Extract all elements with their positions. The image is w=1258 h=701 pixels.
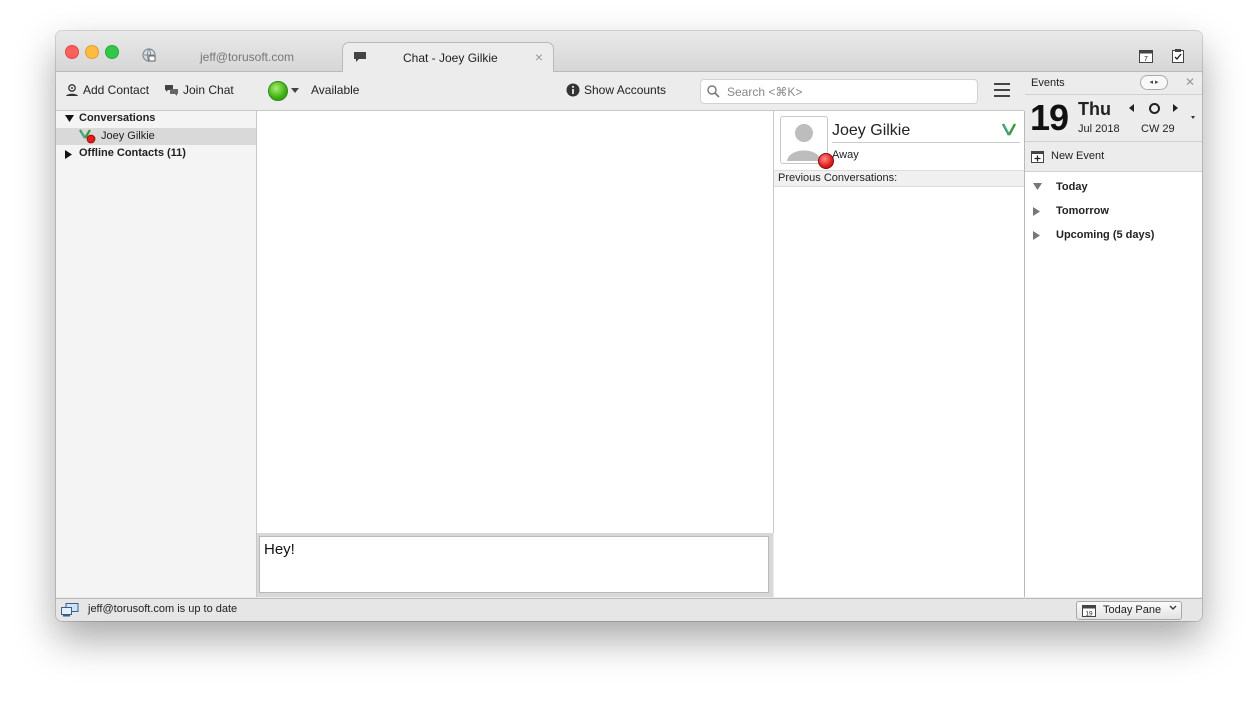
add-contact-label: Add Contact [83,83,150,97]
events-pane: Events ◂ ▸ ✕ 19 Thu Jul 2018 CW 29 New E… [1025,72,1202,597]
contact-info-pane: Joey Gilkie Away Previous Conversations: [774,111,1025,597]
contact-display-name: Joey Gilkie [832,122,1020,143]
calendar-icon: 19 [1082,605,1096,618]
join-chat-icon [165,84,178,96]
group-label: Offline Contacts (11) [79,147,186,159]
contacts-pane: Conversations Joey Gilkie Offline Contac… [56,111,257,597]
add-contact-icon [66,84,78,96]
chevron-down-icon [1169,605,1177,610]
events-header: Events ◂ ▸ ✕ [1025,72,1202,95]
hamburger-icon-line [994,89,1010,91]
more-options-icon[interactable] [1191,116,1195,119]
zoom-window-button[interactable] [105,45,119,59]
today-pane-label: Today Pane [1103,604,1162,616]
status-available-icon[interactable] [268,81,288,101]
status-label[interactable]: Available [311,83,359,97]
previous-conversations-label: Previous Conversations: [778,172,898,184]
contact-name: Joey Gilkie [101,130,155,142]
svg-text:7: 7 [1144,56,1148,63]
minimize-window-button[interactable] [85,45,99,59]
tab-chat[interactable]: Chat - Joey Gilkie × [342,42,554,72]
chat-bubble-icon [354,52,366,62]
collapsed-triangle-icon [65,150,72,159]
yahoo-protocol-icon [79,129,96,144]
status-bar: jeff@torusoft.com is up to date 19 Today… [56,598,1202,621]
section-label: Upcoming (5 days) [1056,229,1155,241]
info-icon [566,83,580,97]
group-conversations[interactable]: Conversations [56,111,256,127]
events-section-tomorrow[interactable]: Tomorrow [1025,203,1202,221]
events-title: Events [1031,77,1065,89]
search-icon [707,85,720,98]
new-event-icon [1031,151,1044,163]
title-bar: jeff@torusoft.com Chat - Joey Gilkie × 7 [56,31,1202,72]
today-pane-button[interactable]: 19 Today Pane [1076,601,1182,620]
status-dropdown-icon[interactable] [291,88,299,93]
network-status-icon [61,603,79,617]
calendar-icon[interactable]: 7 [1138,48,1154,64]
previous-conversations-header: Previous Conversations: [774,170,1024,187]
expanded-triangle-icon [65,115,74,122]
conversation-log[interactable] [257,111,774,533]
mini-day-header: 19 Thu Jul 2018 CW 29 [1025,95,1202,142]
account-globe-icon [142,48,156,62]
status-label-text: Available [311,83,360,97]
calendar-week: CW 29 [1141,123,1175,135]
events-section-today[interactable]: Today [1025,179,1202,197]
section-label: Today [1056,181,1088,193]
section-label: Tomorrow [1056,205,1109,217]
contact-item[interactable]: Joey Gilkie [56,128,256,145]
close-window-button[interactable] [65,45,79,59]
group-label: Conversations [79,112,156,124]
collapsed-triangle-icon [1033,231,1040,240]
yahoo-protocol-icon [1001,123,1017,136]
contact-status-text: Away [832,149,859,161]
avatar [780,116,834,169]
join-chat-label: Join Chat [183,83,234,97]
month-year: Jul 2018 [1078,123,1120,135]
next-day-icon[interactable] [1173,104,1178,112]
expanded-triangle-icon [1033,183,1042,190]
group-offline-contacts[interactable]: Offline Contacts (11) [56,146,256,162]
add-contact-button[interactable]: Add Contact [65,83,149,97]
show-accounts-label: Show Accounts [584,83,667,97]
search-input[interactable] [725,82,969,101]
tab-chat-label: Chat - Joey Gilkie [403,51,498,65]
events-view-switcher[interactable]: ◂ ▸ [1140,75,1168,90]
events-section-upcoming[interactable]: Upcoming (5 days) [1025,227,1202,245]
close-tab-icon[interactable]: × [535,49,543,65]
day-number: 19 [1030,97,1069,138]
previous-day-icon[interactable] [1129,104,1134,112]
message-input-area: Hey! [257,533,773,597]
status-message: jeff@torusoft.com is up to date [88,603,238,615]
show-accounts-button[interactable]: Show Accounts [566,83,666,97]
app-window: jeff@torusoft.com Chat - Joey Gilkie × 7 [56,31,1202,621]
new-event-label: New Event [1051,150,1105,162]
join-chat-button[interactable]: Join Chat [164,83,234,97]
svg-text:19: 19 [1085,611,1093,618]
tasks-icon[interactable] [1170,48,1186,64]
tab-account[interactable]: jeff@torusoft.com [136,42,336,71]
new-event-button[interactable]: New Event [1025,142,1202,172]
hamburger-icon [994,83,1010,85]
chat-toolbar: Add Contact Join Chat Available Show Acc… [56,72,1024,111]
day-name: Thu [1078,99,1111,119]
close-pane-icon[interactable]: ✕ [1185,75,1195,89]
collapsed-triangle-icon [1033,207,1040,216]
app-menu-button[interactable] [994,83,1010,97]
tab-account-label: jeff@torusoft.com [200,50,294,64]
today-icon[interactable] [1149,103,1160,114]
hamburger-icon-line [994,95,1010,97]
message-input[interactable]: Hey! [259,536,769,593]
search-box[interactable] [700,79,978,104]
